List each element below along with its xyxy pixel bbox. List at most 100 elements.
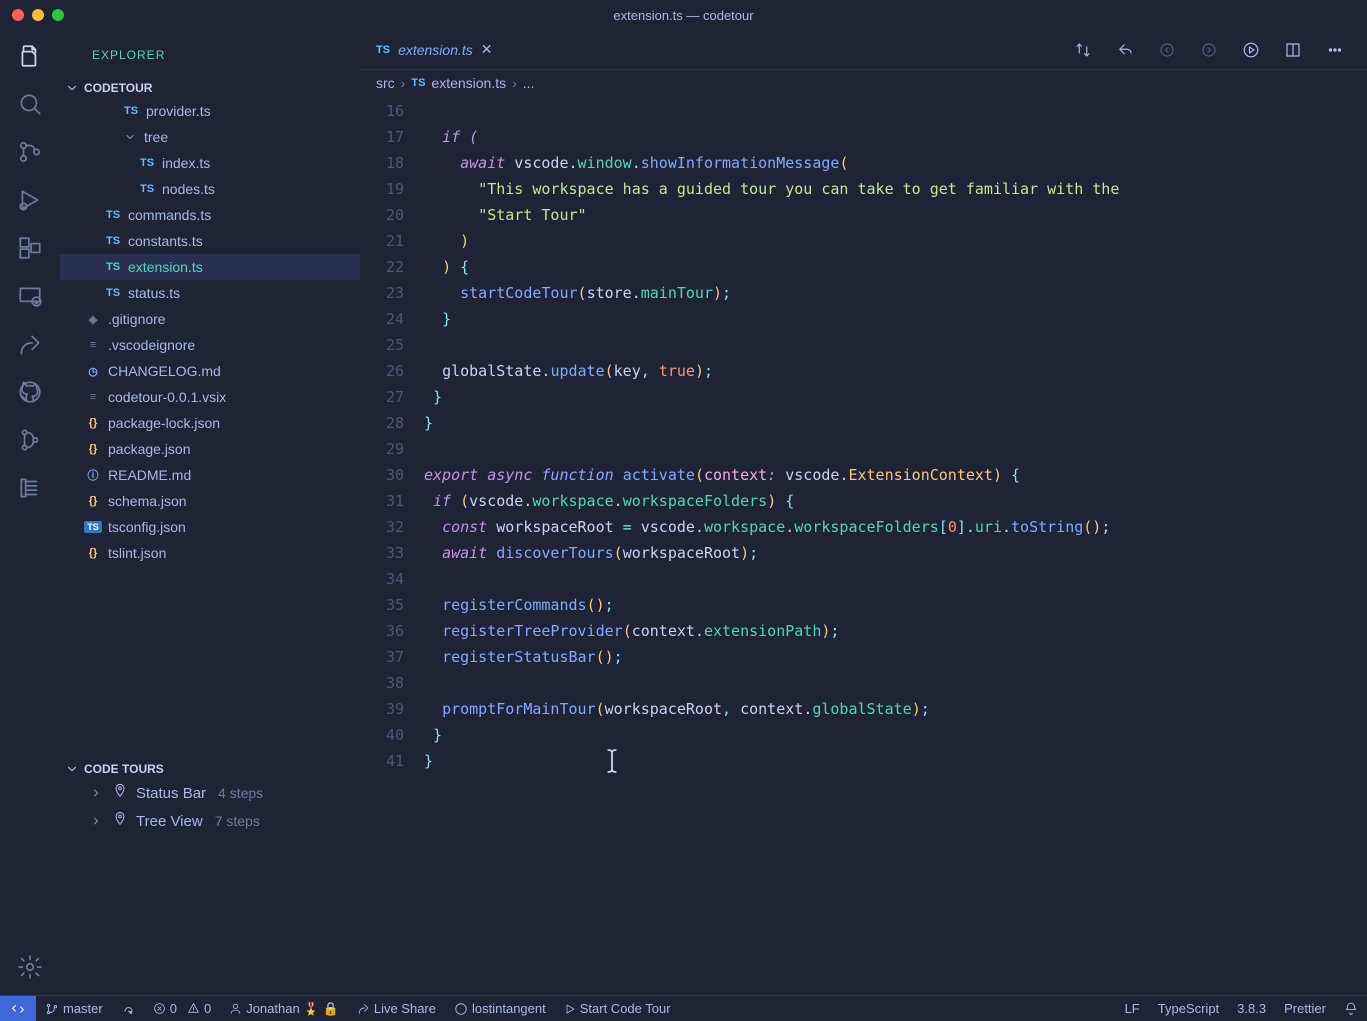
explorer-section-header[interactable]: CODETOUR: [60, 78, 360, 98]
window-title: extension.ts — codetour: [613, 8, 753, 23]
typescript-icon: TS: [138, 157, 156, 169]
code-content[interactable]: if ( await vscode.window.showInformation…: [424, 96, 1367, 995]
codetour-icon[interactable]: [16, 474, 44, 502]
chevron-right-icon: [88, 813, 104, 829]
file-vsix[interactable]: ≡codetour-0.0.1.vsix: [60, 384, 360, 410]
file-pkg[interactable]: {}package.json: [60, 436, 360, 462]
typescript-icon: TS: [376, 44, 390, 56]
file-nodes[interactable]: TSnodes.ts: [60, 176, 360, 202]
file-icon: ≡: [84, 339, 102, 351]
search-icon[interactable]: [16, 90, 44, 118]
prettier-button[interactable]: Prettier: [1275, 996, 1335, 1021]
breadcrumb[interactable]: src › TS extension.ts › ...: [360, 70, 1367, 96]
sync-button[interactable]: [112, 996, 144, 1021]
chevron-right-icon: [88, 785, 104, 801]
sidebar: EXPLORER CODETOUR TSprovider.ts tree TSi…: [60, 30, 360, 995]
live-share-icon[interactable]: [16, 330, 44, 358]
feedback-button[interactable]: [1335, 996, 1367, 1021]
chevron-right-icon: ›: [512, 75, 517, 91]
file-status[interactable]: TSstatus.ts: [60, 280, 360, 306]
status-bar: master 0 0 Jonathan 🎖️ 🔒 Live Share lost…: [0, 995, 1367, 1021]
start-codetour-button[interactable]: Start Code Tour: [555, 996, 680, 1021]
run-icon[interactable]: [1241, 40, 1261, 60]
activity-bar: [0, 30, 60, 995]
json-icon: {}: [84, 495, 102, 507]
tab-bar: TS extension.ts ✕: [360, 30, 1367, 70]
tour-treeview[interactable]: Tree View 7 steps: [60, 807, 360, 835]
pin-icon: [112, 783, 128, 803]
prev-change-icon[interactable]: [1157, 40, 1177, 60]
file-vscodeignore[interactable]: ≡.vscodeignore: [60, 332, 360, 358]
branch-button[interactable]: master: [36, 996, 112, 1021]
close-icon[interactable]: ✕: [481, 41, 493, 58]
go-back-icon[interactable]: [1115, 40, 1135, 60]
split-editor-icon[interactable]: [1283, 40, 1303, 60]
file-readme[interactable]: ⓘREADME.md: [60, 462, 360, 488]
json-icon: {}: [84, 443, 102, 455]
line-gutter: 16 17 18 19 20 21 22 23 24 25 26 27 28 2…: [360, 96, 424, 995]
extensions-icon[interactable]: [16, 234, 44, 262]
remote-button[interactable]: [0, 996, 36, 1021]
typescript-icon: TS: [104, 287, 122, 299]
github-user[interactable]: lostintangent: [445, 996, 555, 1021]
file-schema[interactable]: {}schema.json: [60, 488, 360, 514]
next-change-icon[interactable]: [1199, 40, 1219, 60]
typescript-icon: TS: [122, 105, 140, 117]
git-icon: ◈: [84, 313, 102, 326]
file-gitignore[interactable]: ◈.gitignore: [60, 306, 360, 332]
codetours-section-header[interactable]: CODE TOURS: [60, 759, 360, 779]
json-icon: {}: [84, 547, 102, 559]
file-extension[interactable]: TSextension.ts: [60, 254, 360, 280]
compare-changes-icon[interactable]: [1073, 40, 1093, 60]
maximize-window-button[interactable]: [52, 9, 64, 21]
ts-version-button[interactable]: 3.8.3: [1228, 996, 1275, 1021]
file-changelog[interactable]: ◷CHANGELOG.md: [60, 358, 360, 384]
folder-tree[interactable]: tree: [60, 124, 360, 150]
chevron-down-icon: [122, 129, 138, 145]
tab-extension[interactable]: TS extension.ts ✕: [360, 30, 509, 69]
titlebar: extension.ts — codetour: [0, 0, 1367, 30]
editor-actions: [1073, 40, 1367, 60]
file-tsconfig[interactable]: TStsconfig.json: [60, 514, 360, 540]
file-constants[interactable]: TSconstants.ts: [60, 228, 360, 254]
chevron-down-icon: [64, 761, 80, 777]
typescript-icon: TS: [138, 183, 156, 195]
git-graph-icon[interactable]: [16, 426, 44, 454]
info-icon: ⓘ: [84, 467, 102, 483]
explorer-icon[interactable]: [16, 42, 44, 70]
traffic-lights: [12, 9, 64, 21]
source-control-icon[interactable]: [16, 138, 44, 166]
more-icon[interactable]: [1325, 40, 1345, 60]
remote-explorer-icon[interactable]: [16, 282, 44, 310]
tsconfig-icon: TS: [84, 521, 102, 533]
history-icon: ◷: [84, 365, 102, 378]
pin-icon: [112, 811, 128, 831]
eol-button[interactable]: LF: [1116, 996, 1149, 1021]
file-tree: TSprovider.ts tree TSindex.ts TSnodes.ts…: [60, 98, 360, 566]
chevron-down-icon: [64, 80, 80, 96]
close-window-button[interactable]: [12, 9, 24, 21]
language-button[interactable]: TypeScript: [1149, 996, 1228, 1021]
file-commands[interactable]: TScommands.ts: [60, 202, 360, 228]
file-tslint[interactable]: {}tslint.json: [60, 540, 360, 566]
problems-button[interactable]: 0 0: [144, 996, 220, 1021]
editor-area: TS extension.ts ✕ src › TS extension.ts …: [360, 30, 1367, 995]
typescript-icon: TS: [104, 209, 122, 221]
code-editor[interactable]: 16 17 18 19 20 21 22 23 24 25 26 27 28 2…: [360, 96, 1367, 995]
debug-icon[interactable]: [16, 186, 44, 214]
typescript-icon: TS: [104, 235, 122, 247]
typescript-icon: TS: [104, 261, 122, 273]
file-icon: ≡: [84, 391, 102, 403]
typescript-icon: TS: [411, 77, 425, 89]
settings-gear-icon[interactable]: [16, 953, 44, 981]
tour-statusbar[interactable]: Status Bar 4 steps: [60, 779, 360, 807]
github-icon[interactable]: [16, 378, 44, 406]
minimize-window-button[interactable]: [32, 9, 44, 21]
file-pkglock[interactable]: {}package-lock.json: [60, 410, 360, 436]
file-provider[interactable]: TSprovider.ts: [60, 98, 360, 124]
liveshare-user[interactable]: Jonathan 🎖️ 🔒: [220, 996, 348, 1021]
liveshare-button[interactable]: Live Share: [348, 996, 445, 1021]
file-index[interactable]: TSindex.ts: [60, 150, 360, 176]
sidebar-title: EXPLORER: [60, 40, 360, 78]
json-icon: {}: [84, 417, 102, 429]
